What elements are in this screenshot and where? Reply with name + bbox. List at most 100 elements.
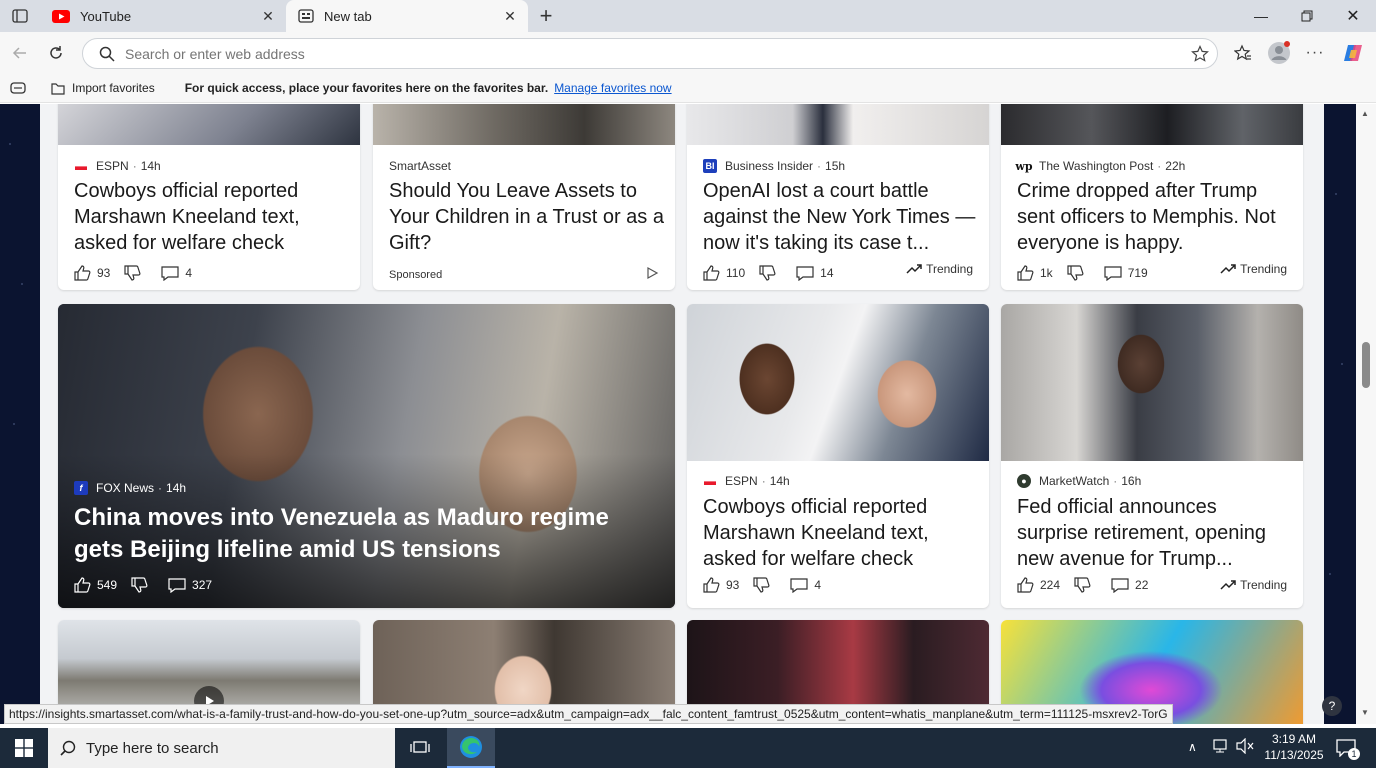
reaction-bar: 1k 719	[1017, 265, 1162, 281]
maximize-button[interactable]	[1284, 0, 1330, 32]
favorites-icon[interactable]	[1229, 39, 1257, 67]
article-headline[interactable]: OpenAI lost a court battle against the N…	[703, 178, 978, 256]
article-image	[373, 104, 675, 145]
dislike-button[interactable]	[1074, 577, 1097, 593]
close-window-button[interactable]: ✕	[1330, 0, 1376, 32]
show-hidden-icons-icon[interactable]: ∧	[1188, 740, 1197, 754]
reaction-bar: 93 4	[703, 577, 835, 593]
article-headline[interactable]: China moves into Venezuela as Maduro reg…	[74, 502, 664, 566]
more-options-icon[interactable]: ···	[1301, 39, 1329, 67]
like-button[interactable]: 93	[703, 577, 739, 593]
system-clock[interactable]: 3:19 AM 11/13/2025	[1262, 731, 1326, 763]
task-view-icon[interactable]	[400, 728, 440, 768]
article-source: SmartAsset	[389, 159, 452, 173]
article-source: ▬ ESPN · 14h	[704, 474, 790, 488]
news-card[interactable]: BI Business Insider · 15h OpenAI lost a co…	[687, 104, 989, 290]
article-source: f FOX News · 14h	[74, 481, 186, 495]
like-button[interactable]: 224	[1017, 577, 1060, 593]
comments-button[interactable]: 719	[1104, 265, 1148, 281]
thumbs-down-icon	[753, 577, 770, 593]
tab-actions-icon[interactable]	[8, 6, 32, 26]
marketwatch-logo-icon: ●	[1017, 474, 1031, 488]
favorites-hint: For quick access, place your favorites h…	[184, 81, 549, 95]
comments-button[interactable]: 4	[790, 577, 821, 593]
like-button[interactable]: 1k	[1017, 265, 1053, 281]
refresh-button[interactable]	[42, 39, 70, 67]
help-icon[interactable]: ?	[1322, 696, 1342, 716]
sponsored-card[interactable]: SmartAsset Should You Leave Assets to Yo…	[373, 104, 675, 290]
article-headline[interactable]: Crime dropped after Trump sent officers …	[1017, 178, 1292, 256]
new-tab-page: ▬ ESPN · 14h Cowboys official reported Mar…	[0, 104, 1356, 724]
hero-news-card[interactable]: f FOX News · 14h China moves into Venezuel…	[58, 304, 675, 608]
news-card[interactable]: wp The Washington Post · 22h Crime dropped…	[1001, 104, 1303, 290]
dislike-button[interactable]	[124, 265, 147, 281]
article-headline[interactable]: Fed official announces surprise retireme…	[1017, 494, 1292, 572]
ad-choices-icon[interactable]	[645, 266, 659, 285]
reaction-bar: 93 4	[74, 265, 206, 281]
comments-button[interactable]: 327	[168, 577, 212, 593]
notification-count-badge: 1	[1348, 748, 1360, 760]
favorites-bar: Import favorites For quick access, place…	[0, 74, 1376, 103]
dislike-button[interactable]	[1067, 265, 1090, 281]
scroll-up-arrow-icon[interactable]: ▲	[1361, 109, 1369, 118]
news-card[interactable]: ▬ ESPN · 14h Cowboys official reported Mar…	[58, 104, 360, 290]
comments-button[interactable]: 4	[161, 265, 192, 281]
notification-center-icon[interactable]: 1	[1332, 736, 1360, 760]
espn-logo-icon: ▬	[704, 474, 716, 488]
search-icon	[60, 740, 76, 756]
taskbar-search-box[interactable]: Type here to search	[48, 728, 395, 768]
article-image	[1001, 304, 1303, 461]
address-bar[interactable]	[82, 38, 1218, 69]
close-tab-button[interactable]: ✕	[256, 4, 280, 28]
article-headline[interactable]: Cowboys official reported Marshawn Kneel…	[74, 178, 349, 256]
minimize-button[interactable]: —	[1238, 0, 1284, 32]
import-favorites-link[interactable]: Import favorites	[72, 81, 155, 95]
comments-button[interactable]: 14	[796, 265, 834, 281]
back-button[interactable]	[6, 39, 34, 67]
like-button[interactable]: 93	[74, 265, 110, 281]
comment-icon	[161, 265, 179, 281]
volume-muted-icon[interactable]	[1236, 737, 1254, 759]
trending-icon	[1220, 580, 1236, 590]
edge-browser-icon	[460, 736, 482, 758]
reading-view-icon[interactable]	[10, 82, 26, 94]
address-input[interactable]	[125, 45, 1191, 62]
dislike-button[interactable]	[759, 265, 782, 281]
news-card[interactable]: ▬ ESPN · 14h Cowboys official reported Mar…	[687, 304, 989, 608]
copilot-icon[interactable]	[1339, 39, 1367, 67]
manage-favorites-link[interactable]: Manage favorites now	[554, 81, 671, 95]
thumbs-up-icon	[1017, 577, 1034, 593]
comments-button[interactable]: 22	[1111, 577, 1148, 593]
article-source: ● MarketWatch · 16h	[1017, 474, 1141, 488]
like-button[interactable]: 110	[703, 265, 745, 281]
tab-new-tab[interactable]: New tab ✕	[286, 0, 528, 32]
trending-badge: Trending	[1220, 578, 1287, 592]
like-button[interactable]: 549	[74, 577, 117, 593]
scroll-down-arrow-icon[interactable]: ▼	[1361, 708, 1369, 717]
search-icon	[99, 46, 115, 62]
comment-icon	[796, 265, 814, 281]
comment-icon	[168, 577, 186, 593]
new-tab-button[interactable]: +	[534, 3, 558, 28]
close-tab-button[interactable]: ✕	[498, 4, 522, 28]
tab-title: YouTube	[80, 8, 132, 24]
article-headline[interactable]: Cowboys official reported Marshawn Kneel…	[703, 494, 978, 572]
edge-taskbar-button[interactable]	[447, 728, 495, 768]
fox-news-logo-icon: f	[74, 481, 88, 495]
thumbs-up-icon	[74, 577, 91, 593]
start-button[interactable]	[0, 728, 48, 768]
news-feed: ▬ ESPN · 14h Cowboys official reported Mar…	[40, 104, 1324, 724]
article-headline[interactable]: Should You Leave Assets to Your Children…	[389, 178, 664, 256]
scrollbar-thumb[interactable]	[1362, 342, 1370, 388]
news-card[interactable]: ● MarketWatch · 16h Fed official announces…	[1001, 304, 1303, 608]
dislike-button[interactable]	[753, 577, 776, 593]
network-icon[interactable]	[1212, 738, 1230, 759]
profile-avatar[interactable]	[1265, 39, 1293, 67]
tab-youtube[interactable]: YouTube ✕	[40, 0, 286, 32]
vertical-scrollbar[interactable]: ▲ ▼	[1356, 104, 1376, 724]
favorite-star-icon[interactable]	[1191, 44, 1209, 63]
navigation-toolbar: ···	[0, 32, 1376, 74]
thumbs-up-icon	[74, 265, 91, 281]
comment-icon	[1104, 265, 1122, 281]
dislike-button[interactable]	[131, 577, 154, 593]
